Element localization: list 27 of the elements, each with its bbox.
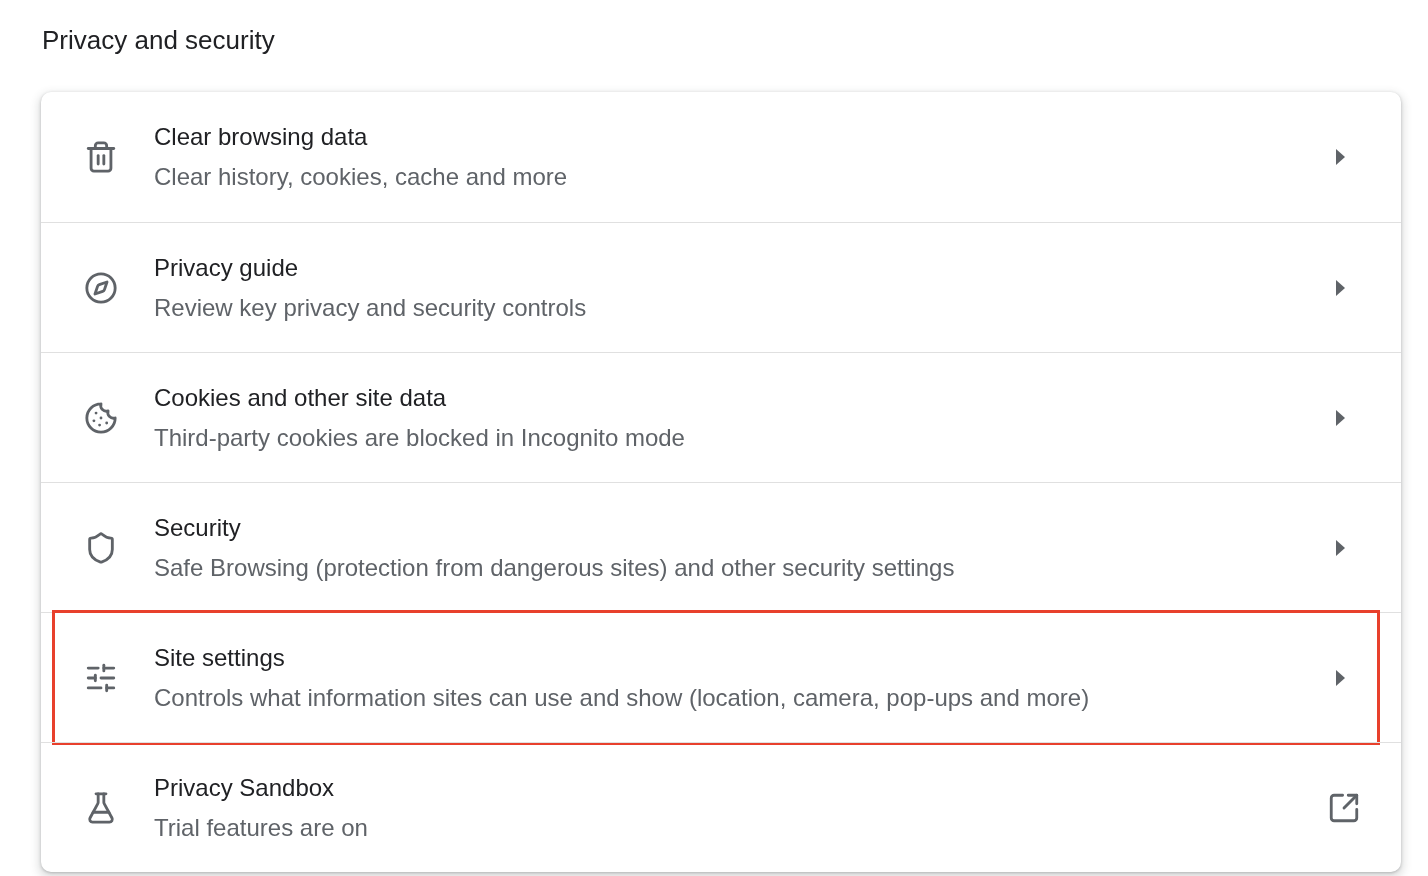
caret-right-icon [1336,409,1345,426]
settings-row[interactable]: Site settings Controls what information sites can use and show (location, camera, pop-ups and more) [41,612,1401,742]
settings-row[interactable]: Security Safe Browsing (protection from dangerous sites) and other security settings [41,482,1401,612]
row-title: Clear browsing data [154,122,369,152]
trash-icon [84,140,118,174]
row-subtitle: Trial features are on [154,812,369,843]
row-title: Privacy Sandbox [154,772,336,803]
cookie-icon [84,400,118,435]
row-subtitle: Review key privacy and security controls [154,292,588,323]
section-title: Privacy and security [42,24,276,57]
caret-right-icon [1336,669,1345,686]
row-subtitle: Third-party cookies are blocked in Incognito mode [154,422,686,453]
settings-row[interactable]: Clear browsing data Clear history, cookies, cache and more [41,92,1401,222]
row-title: Privacy guide [154,252,300,283]
settings-row[interactable]: Cookies and other site data Third-party cookies are blocked in Incognito mode [41,352,1401,482]
row-title: Security [154,512,242,543]
settings-row[interactable]: Privacy Sandbox Trial features are on [41,742,1401,872]
caret-right-icon [1336,279,1345,296]
settings-row[interactable]: Privacy guide Review key privacy and security controls [41,222,1401,352]
row-subtitle: Safe Browsing (protection from dangerous sites) and other security settings [154,552,956,583]
compass-icon [84,270,118,305]
row-title: Site settings [154,642,286,673]
row-subtitle: Controls what information sites can use and show (location, camera, pop-ups and more) [154,682,1091,713]
caret-right-icon [1336,539,1345,556]
caret-right-icon [1336,149,1345,165]
row-subtitle: Clear history, cookies, cache and more [154,162,569,192]
row-title: Cookies and other site data [154,382,448,413]
